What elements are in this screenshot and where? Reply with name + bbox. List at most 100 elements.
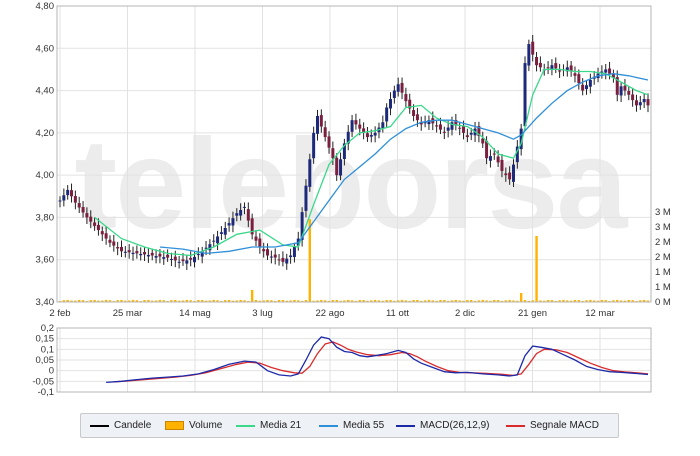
candle-body [269,256,273,258]
volume-tick-label: 2 M [655,237,671,248]
volume-tick-label: 0 M [655,297,671,308]
candle-body [462,126,466,133]
volume-bar [250,290,254,302]
candle-body [185,260,189,264]
stock-chart: teleborsa 4,80 4,60 4,40 4,20 4,00 3,80 3,60 3,… [0,0,700,451]
candle-body [535,56,539,66]
chart-legend: Candele Volume Media 21 Media 55 MACD(26,12,… [80,413,619,438]
candle-body [485,140,489,159]
candle-body [146,254,150,257]
candle-body [404,94,408,102]
candle-body [123,251,127,253]
candle-body [619,86,623,96]
candle-body [277,259,281,261]
candle-body [289,255,293,258]
date-tick-label: 2 dic [455,308,475,319]
candle-body [373,132,377,136]
candle-body [262,249,266,252]
candle-body [216,236,220,244]
candle-body [546,67,550,69]
candle-body [135,251,139,254]
legend-item-sma55[interactable]: Media 55 [319,414,384,437]
candle-body [154,256,158,258]
candle-body [492,153,496,155]
date-tick-label: 11 ott [386,308,409,319]
candle-body [531,41,535,55]
candle-body [623,85,627,91]
legend-item-candles[interactable]: Candele [90,414,151,437]
candle-body [258,238,262,248]
legend-swatch [165,421,184,430]
candle-body [604,69,608,73]
macd-tick-label: 0,05 [36,355,55,366]
date-tick-label: 21 gen [518,308,547,319]
candle-body [389,99,393,109]
candle-body [369,134,373,137]
price-tick-label: 3,40 [36,297,55,308]
legend-label: MACD(26,12,9) [420,420,490,431]
candle-body [331,148,335,159]
volume-tick-label: 3 M [655,207,671,218]
price-tick-label: 3,80 [36,212,55,223]
candle-body [412,110,416,116]
legend-label: Media 55 [343,420,385,431]
date-tick-label: 22 ago [315,308,344,319]
candle-body [581,84,585,91]
watermark-text: teleborsa [74,113,628,256]
candle-body [358,124,362,129]
candle-body [469,132,473,135]
candle-body [339,159,343,176]
legend-item-macd[interactable]: MACD(26,12,9) [396,414,489,437]
candle-body [100,231,104,235]
legend-item-volume[interactable]: Volume [165,414,222,437]
candle-body [627,90,631,95]
candle-body [85,213,89,218]
candle-body [73,195,77,203]
candle-body [500,159,504,171]
candle-body [219,232,223,234]
volume-tick-label: 1 M [655,267,671,278]
macd-tick-label: 0,1 [41,344,54,355]
candle-body [415,114,419,121]
candle-body [177,261,181,263]
candle-body [385,107,389,122]
price-tick-label: 3,60 [36,255,55,266]
candle-body [646,99,650,106]
legend-item-signal[interactable]: Segnale MACD [506,414,599,437]
candle-body [442,131,446,133]
date-tick-label: 12 mar [585,308,615,319]
candle-body [89,216,93,222]
volume-bar [519,293,523,302]
candle-body [254,236,258,241]
candle-body [400,82,404,93]
volume-bar [308,219,312,302]
candle-body [189,257,193,260]
candle-body [315,115,319,134]
candle-body [193,256,197,263]
candle-body [150,252,154,256]
price-tick-label: 4,60 [36,43,55,54]
macd-tick-label: 0,15 [36,334,55,345]
candle-body [173,256,177,261]
candle-body [304,185,308,211]
legend-item-sma21[interactable]: Media 21 [236,414,301,437]
candle-body [527,44,531,66]
macd-tick-label: 0,2 [41,323,54,334]
date-tick-label: 25 mar [113,308,143,319]
candle-body [139,253,143,256]
candle-body [212,240,216,242]
candle-body [488,156,492,161]
candle-body [143,251,147,255]
candle-body [246,209,250,221]
date-tick-label: 14 mag [179,308,211,319]
volume-bar [535,236,538,302]
candle-body [81,207,85,213]
candle-body [162,257,166,259]
candle-body [239,210,243,216]
candle-body [504,173,508,176]
candle-body [281,257,285,262]
candle-body [127,250,131,253]
candle-body [104,233,108,239]
candle-body [446,127,450,131]
candle-body [119,246,123,252]
